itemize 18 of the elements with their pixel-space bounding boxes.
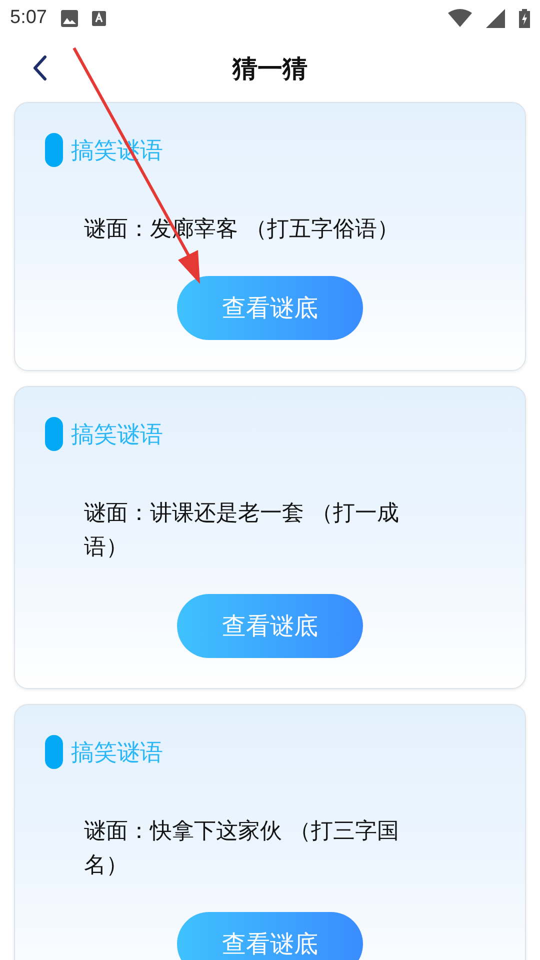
battery-icon — [519, 8, 530, 28]
page-title: 猜一猜 — [232, 52, 308, 84]
tag-marker — [45, 133, 63, 167]
view-answer-button[interactable]: 查看谜底 — [177, 912, 363, 960]
category-label: 搞笑谜语 — [71, 738, 163, 768]
keyboard-icon — [92, 10, 106, 26]
wifi-icon — [448, 9, 472, 27]
signal-icon — [486, 8, 505, 28]
image-icon — [60, 10, 78, 26]
back-icon[interactable] — [32, 55, 48, 81]
category-label: 搞笑谜语 — [71, 420, 163, 450]
view-answer-button[interactable]: 查看谜底 — [177, 594, 363, 658]
tag-marker — [45, 735, 63, 769]
tag-marker — [45, 417, 63, 451]
status-time: 5:07 — [10, 7, 47, 29]
riddle-text: 谜面：快拿下这家伙 （打三字国名） — [84, 818, 400, 880]
riddle-text: 谜面：讲课还是老一套 （打一成语） — [84, 500, 400, 562]
view-answer-button[interactable]: 查看谜底 — [177, 276, 363, 340]
